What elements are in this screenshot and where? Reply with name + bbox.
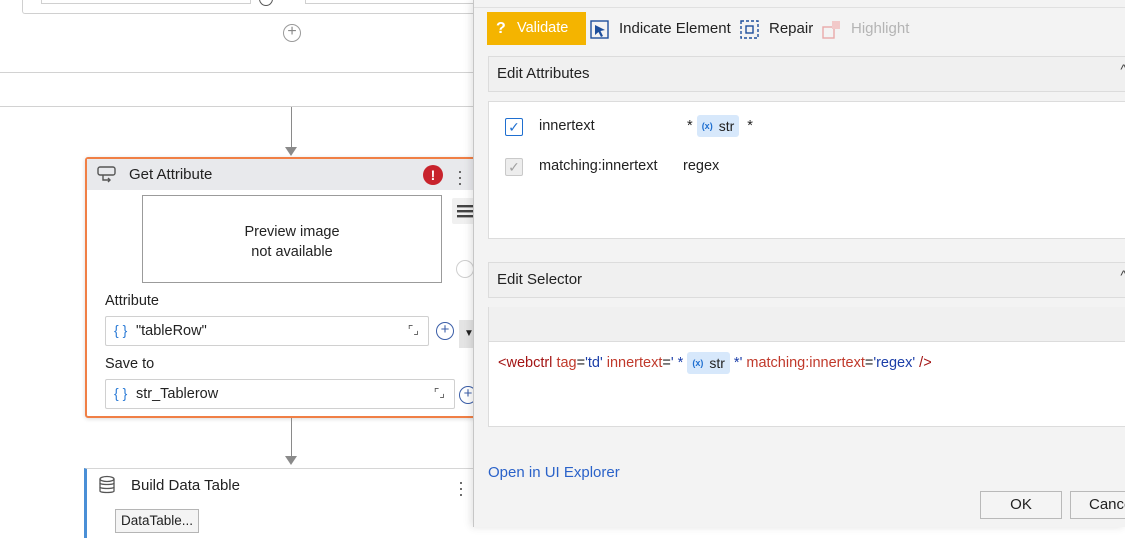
activity-header[interactable]: Get Attribute ! · · · bbox=[87, 159, 478, 192]
preview-text-line2: not available bbox=[251, 244, 333, 260]
add-variable-icon[interactable]: + bbox=[436, 322, 454, 340]
activity-title: Get Attribute bbox=[129, 166, 213, 183]
save-to-field[interactable]: { } str_Tablerow ⌜⌟ bbox=[105, 379, 455, 409]
attribute-value: "tableRow" bbox=[136, 323, 207, 339]
divider bbox=[0, 106, 476, 107]
expand-icon[interactable]: ⌜⌟ bbox=[408, 323, 419, 337]
repair-label: Repair bbox=[769, 20, 814, 37]
edit-selector-header[interactable]: Edit Selector ^ bbox=[488, 262, 1125, 298]
selector-open: <webctrl bbox=[498, 354, 557, 371]
expression-icon: { } bbox=[114, 385, 128, 401]
get-attribute-activity[interactable]: Get Attribute ! · · · Preview image not av… bbox=[85, 157, 480, 418]
selector-value: 'regex' bbox=[873, 354, 916, 371]
matching-checkbox[interactable]: ✓ bbox=[505, 158, 523, 176]
expand-icon[interactable]: ⌜⌟ bbox=[434, 386, 445, 400]
attribute-label: Attribute bbox=[105, 293, 159, 309]
indicate-element-label: Indicate Element bbox=[619, 20, 731, 37]
validate-button[interactable]: ? Validate bbox=[487, 12, 586, 45]
save-to-value: str_Tablerow bbox=[136, 386, 219, 402]
divider bbox=[0, 72, 476, 73]
save-to-label: Save to bbox=[105, 356, 155, 372]
variable-chip[interactable]: (x) str bbox=[687, 352, 730, 374]
indicate-element-button[interactable]: Indicate Element bbox=[590, 12, 740, 45]
variable-name: str bbox=[709, 355, 725, 371]
selector-value: 'td' bbox=[585, 354, 603, 371]
innertext-checkbox[interactable]: ✓ bbox=[505, 118, 523, 136]
add-activity-icon[interactable]: + bbox=[283, 24, 301, 42]
toolbar: ? Validate Indicate Element Repair Highl… bbox=[474, 12, 1125, 46]
connector-arrow-icon bbox=[285, 147, 297, 156]
target-icon[interactable] bbox=[456, 260, 474, 278]
expression-icon: { } bbox=[114, 322, 128, 338]
selector-attr: tag bbox=[556, 354, 577, 371]
preview-image-box: Preview image not available bbox=[142, 195, 442, 283]
more-options-icon[interactable]: · · · bbox=[457, 162, 463, 192]
datatable-button[interactable]: DataTable... bbox=[115, 509, 199, 533]
cancel-button[interactable]: Cance bbox=[1070, 491, 1125, 519]
selector-attr: matching:innertext bbox=[746, 354, 865, 371]
edit-attributes-title: Edit Attributes bbox=[497, 65, 590, 82]
variable-chip[interactable]: (x) str bbox=[696, 115, 740, 137]
selector-toolbar-strip bbox=[488, 307, 1125, 341]
attribute-name: matching:innertext bbox=[539, 158, 658, 174]
indicate-cursor-icon bbox=[590, 19, 610, 52]
selector-value: ' * bbox=[670, 354, 684, 371]
attribute-field[interactable]: { } "tableRow" ⌜⌟ bbox=[105, 316, 429, 346]
edit-attributes-header[interactable]: Edit Attributes ^ bbox=[488, 56, 1125, 92]
open-in-ui-explorer-link[interactable]: Open in UI Explorer bbox=[488, 464, 620, 481]
selector-text[interactable]: <webctrl tag='td' innertext=' * (x) str *… bbox=[498, 352, 932, 374]
attributes-list: ✓ innertext * (x) str * ✓ matching:innert… bbox=[488, 101, 1125, 239]
selection-editor-dialog: ? Validate Indicate Element Repair Highl… bbox=[473, 0, 1125, 527]
connector-line bbox=[291, 418, 292, 456]
matching-value[interactable]: regex bbox=[683, 158, 719, 174]
variable-icon: (x) bbox=[692, 358, 704, 368]
workflow-canvas: + Get Attribute ! · · · Preview image not … bbox=[0, 0, 480, 538]
selector-close: /> bbox=[915, 354, 932, 371]
activity-title: Build Data Table bbox=[131, 477, 240, 494]
collapse-icon[interactable]: ^ bbox=[1120, 267, 1125, 283]
variable-icon: (x) bbox=[701, 121, 713, 131]
wildcard-suffix: * bbox=[747, 117, 753, 134]
repair-icon bbox=[740, 19, 760, 52]
previous-field-2 bbox=[305, 0, 477, 4]
get-attribute-icon bbox=[97, 165, 119, 186]
innertext-value[interactable]: * (x) str * bbox=[687, 115, 753, 137]
highlight-button[interactable]: Highlight bbox=[822, 12, 922, 45]
error-icon[interactable]: ! bbox=[423, 165, 443, 185]
wildcard-prefix: * bbox=[687, 117, 693, 134]
validate-label: Validate bbox=[517, 20, 569, 36]
question-icon: ? bbox=[496, 20, 506, 37]
repair-button[interactable]: Repair bbox=[740, 12, 820, 45]
selector-value: *' bbox=[733, 354, 743, 371]
preview-text-line1: Preview image bbox=[244, 224, 340, 240]
previous-activity-card bbox=[22, 0, 477, 14]
dialog-titlebar bbox=[474, 0, 1125, 8]
selector-editor[interactable]: <webctrl tag='td' innertext=' * (x) str *… bbox=[488, 341, 1125, 427]
previous-plus-icon[interactable] bbox=[259, 0, 273, 6]
previous-field bbox=[41, 0, 251, 4]
more-options-icon[interactable]: · · · bbox=[458, 473, 464, 503]
attribute-name: innertext bbox=[539, 118, 595, 134]
selector-attr: innertext bbox=[606, 354, 663, 371]
edit-selector-title: Edit Selector bbox=[497, 271, 583, 288]
collapse-icon[interactable]: ^ bbox=[1120, 61, 1125, 77]
highlight-label: Highlight bbox=[851, 20, 910, 37]
connector-arrow-icon bbox=[285, 456, 297, 465]
connector-line bbox=[291, 107, 292, 147]
variable-name: str bbox=[718, 118, 735, 134]
database-icon bbox=[97, 475, 117, 498]
highlight-icon bbox=[822, 19, 842, 52]
ok-button[interactable]: OK bbox=[980, 491, 1062, 519]
build-data-table-activity[interactable]: Build Data Table · · · DataTable... bbox=[84, 468, 480, 538]
